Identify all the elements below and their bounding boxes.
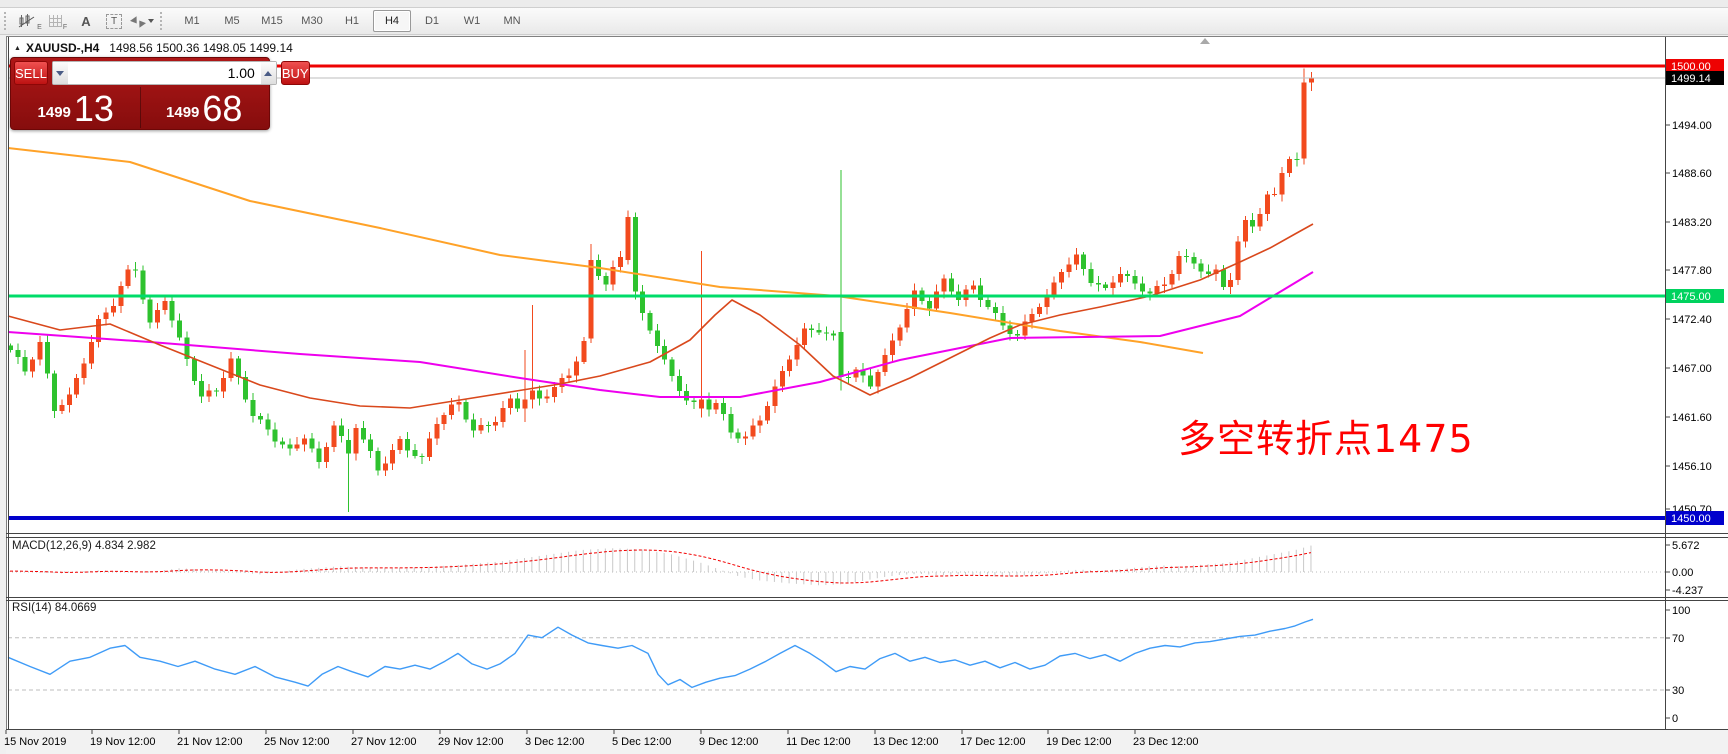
letter-t-glyph: T	[106, 14, 122, 29]
quote-row: 1499 13 1499 68	[12, 87, 268, 128]
timeframe-button-W1[interactable]: W1	[453, 10, 491, 32]
buy-quote[interactable]: 1499 68	[140, 87, 269, 128]
candlestick-pen-icon	[18, 14, 36, 29]
toolbar-drag-handle	[4, 12, 11, 30]
ohlc-readout: 1498.56 1500.36 1498.05 1499.14	[109, 41, 293, 55]
cropped-upper-toolbar	[0, 0, 1728, 8]
trade-controls-row: SELL BUY	[14, 61, 266, 85]
chevron-down-icon	[148, 19, 154, 23]
sell-quote[interactable]: 1499 13	[12, 87, 140, 128]
chart-title-bar: ▲ XAUUSD-,H4 1498.56 1500.36 1498.05 1499.…	[14, 41, 293, 55]
indicator-cursor-icon[interactable]: E	[17, 10, 43, 32]
grid-settings-icon[interactable]: F	[45, 10, 71, 32]
timeframe-button-D1[interactable]: D1	[413, 10, 451, 32]
sell-button[interactable]: SELL	[14, 61, 48, 85]
volume-increase-button[interactable]	[261, 62, 276, 84]
macd-indicator-label: MACD(12,26,9) 4.834 2.982	[12, 540, 156, 552]
timeframe-button-M5[interactable]: M5	[213, 10, 251, 32]
sell-price-main: 1499	[38, 104, 71, 121]
buy-price-main: 1499	[166, 104, 199, 121]
rsi-value: 84.0669	[55, 602, 97, 614]
timeframe-button-M1[interactable]: M1	[173, 10, 211, 32]
timeframe-button-M15[interactable]: M15	[253, 10, 291, 32]
timeframe-button-MN[interactable]: MN	[493, 10, 531, 32]
chevron-down-icon	[56, 71, 64, 76]
icon-subscript: F	[63, 24, 67, 31]
timeframe-button-H1[interactable]: H1	[333, 10, 371, 32]
chart-annotation-text: 多空转折点1475	[1178, 408, 1474, 463]
symbol-label: XAUUSD-,H4	[26, 41, 99, 55]
volume-decrease-button[interactable]	[53, 62, 68, 84]
timeframe-button-H4[interactable]: H4	[373, 10, 411, 32]
rsi-indicator-label: RSI(14) 84.0669	[12, 602, 96, 614]
text-box-icon[interactable]: T	[101, 10, 127, 32]
timeframe-button-M30[interactable]: M30	[293, 10, 331, 32]
buy-button[interactable]: BUY	[281, 61, 310, 85]
icon-subscript: E	[37, 24, 42, 31]
macd-name: MACD(12,26,9)	[12, 540, 92, 552]
chevron-up-icon	[264, 71, 272, 76]
letter-a-glyph: A	[81, 14, 90, 29]
chart-toolbar: E F A T M1M5M15M30H1H4D1W1MN	[0, 8, 1728, 35]
timeframe-button-group: M1M5M15M30H1H4D1W1MN	[172, 10, 532, 32]
buy-price-pips: 68	[202, 94, 242, 125]
toolbar-drag-handle	[160, 12, 167, 30]
volume-control	[52, 61, 277, 85]
sell-price-pips: 13	[74, 94, 114, 125]
one-click-trading-panel: SELL BUY 1499 13 1499 68	[10, 57, 270, 130]
collapse-arrow-icon[interactable]: ▲	[14, 45, 21, 52]
volume-input[interactable]	[68, 62, 261, 84]
grid-glyph	[49, 15, 62, 27]
rsi-name: RSI(14)	[12, 602, 52, 614]
chart-window	[6, 36, 1728, 754]
macd-values: 4.834 2.982	[95, 540, 156, 552]
text-label-icon[interactable]: A	[73, 10, 99, 32]
cursor-tools-icon[interactable]	[129, 10, 155, 32]
